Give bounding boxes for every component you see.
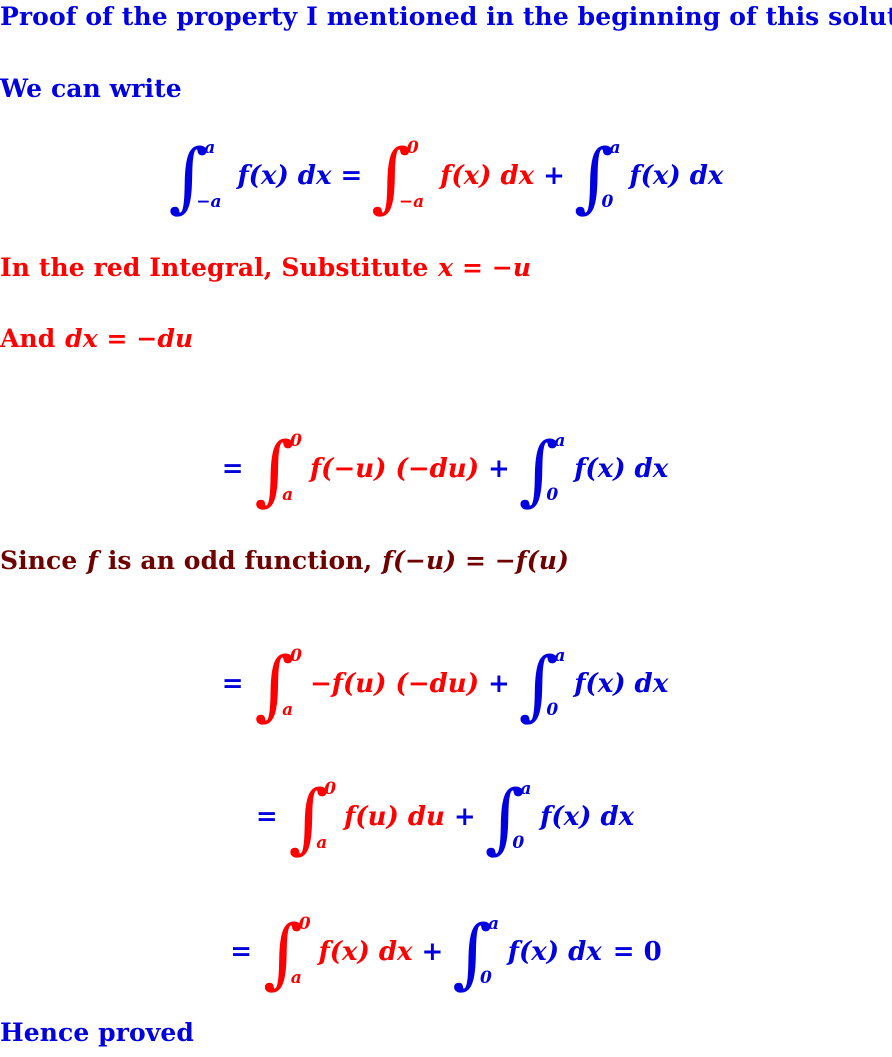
equals-operator: = — [230, 937, 253, 967]
substitute-line-math: x = −u — [438, 253, 532, 282]
equation-row-1: ∫ a −a f(x) dx = ∫ 0 −a f(x) dx + ∫ a 0 … — [0, 132, 892, 220]
integral-1-2: ∫ 0 −a f(x) dx — [371, 138, 535, 214]
equals-operator: = — [255, 802, 278, 832]
odd-function-line: Since f is an odd function, f(−u) = −f(u… — [0, 546, 570, 575]
integral-lower-limit: 0 — [546, 485, 559, 505]
differential: dx — [634, 669, 669, 699]
equation-1: ∫ a −a f(x) dx = ∫ 0 −a f(x) dx + ∫ a 0 … — [167, 138, 726, 214]
integral-upper-limit: 0 — [406, 138, 419, 158]
plus-operator: + — [421, 937, 444, 967]
differential: dx — [568, 937, 602, 967]
intro-line: We can write — [0, 74, 182, 103]
odd-line-f: f — [87, 546, 99, 575]
integrand: f(x) — [629, 161, 681, 191]
equation-row-4: = ∫ 0 a f(u) du + ∫ a 0 f(x) dx — [0, 773, 892, 861]
differential: dx — [297, 161, 332, 191]
integral-lower-limit: 0 — [546, 700, 559, 720]
integral-upper-limit: a — [520, 779, 532, 799]
integrand: f(x) — [574, 454, 626, 484]
and-line-math: dx = −du — [65, 324, 194, 353]
integral-upper-limit: a — [609, 138, 621, 158]
odd-line-prefix: Since — [0, 546, 87, 575]
equation-4: = ∫ 0 a f(u) du + ∫ a 0 f(x) dx — [255, 779, 636, 855]
integrand: −f(u) (−du) — [310, 669, 479, 699]
integral-5-2: ∫ a 0 f(x) dx — [452, 914, 602, 990]
integral-lower-limit: a — [282, 700, 294, 720]
equals-operator: = — [221, 669, 244, 699]
equation-3: = ∫ 0 a −f(u) (−du) + ∫ a 0 f(x) dx — [221, 646, 670, 722]
integral-lower-limit: −a — [398, 192, 425, 212]
integral-lower-limit: a — [316, 833, 328, 853]
integral-upper-limit: 0 — [290, 646, 302, 666]
plus-operator: + — [543, 161, 565, 191]
equation-5: = ∫ 0 a f(x) dx + ∫ a 0 f(x) dx = 0 — [230, 914, 662, 990]
integral-4-2: ∫ a 0 f(x) dx — [485, 779, 635, 855]
integral-1-3: ∫ a 0 f(x) dx — [574, 138, 724, 214]
equation-2: = ∫ 0 a f(−u) (−du) + ∫ a 0 f(x) dx — [221, 431, 670, 507]
integral-lower-limit: 0 — [512, 833, 525, 853]
integrand: f(x) — [574, 669, 626, 699]
integral-1-1: ∫ a −a f(x) dx — [169, 138, 332, 214]
integral-lower-limit: 0 — [479, 968, 492, 988]
plus-operator: + — [488, 669, 510, 699]
differential: dx — [689, 161, 724, 191]
integral-upper-limit: a — [487, 914, 499, 934]
integral-upper-limit: 0 — [290, 431, 302, 451]
plus-operator: + — [488, 454, 510, 484]
substitute-line: In the red Integral, Substitute x = −u — [0, 253, 532, 282]
integral-upper-limit: a — [554, 646, 566, 666]
integral-lower-limit: −a — [196, 192, 222, 212]
integral-2-2: ∫ a 0 f(x) dx — [519, 431, 669, 507]
plus-operator: + — [453, 802, 476, 832]
integrand: f(−u) (−du) — [310, 454, 479, 484]
integral-3-2: ∫ a 0 f(x) dx — [519, 646, 669, 722]
equation-5-result: = 0 — [612, 937, 662, 967]
integrand: f(x) — [237, 161, 289, 191]
conclusion-line: Hence proved — [0, 1018, 194, 1047]
differential: dx — [500, 161, 535, 191]
and-line: And dx = −du — [0, 324, 194, 353]
integrand: f(u) — [344, 802, 399, 832]
equation-row-2: = ∫ 0 a f(−u) (−du) + ∫ a 0 f(x) dx — [0, 425, 892, 513]
integral-3-1: ∫ 0 a −f(u) (−du) — [255, 646, 479, 722]
equals-operator: = — [340, 161, 363, 191]
equation-row-5: = ∫ 0 a f(x) dx + ∫ a 0 f(x) dx = 0 — [0, 908, 892, 996]
integral-2-1: ∫ 0 a f(−u) (−du) — [255, 431, 479, 507]
integral-5-1: ∫ 0 a f(x) dx — [263, 914, 413, 990]
odd-line-middle: is an odd function, — [99, 546, 382, 575]
integral-lower-limit: 0 — [601, 192, 614, 212]
equation-row-3: = ∫ 0 a −f(u) (−du) + ∫ a 0 f(x) dx — [0, 640, 892, 728]
integrand: f(x) — [318, 937, 370, 967]
integrand: f(x) — [540, 802, 592, 832]
proof-document: Proof of the property I mentioned in the… — [0, 0, 892, 1057]
proof-title-line: Proof of the property I mentioned in the… — [0, 2, 892, 31]
differential: du — [407, 802, 445, 832]
integrand: f(x) — [507, 937, 560, 967]
substitute-line-prefix: In the red Integral, Substitute — [0, 253, 438, 282]
differential: dx — [378, 937, 413, 967]
integral-upper-limit: 0 — [324, 779, 337, 799]
integrand: f(x) — [440, 161, 492, 191]
odd-line-math: f(−u) = −f(u) — [382, 546, 569, 575]
integral-4-1: ∫ 0 a f(u) du — [289, 779, 445, 855]
integral-lower-limit: a — [282, 485, 294, 505]
and-line-prefix: And — [0, 324, 65, 353]
equals-operator: = — [221, 454, 244, 484]
integral-upper-limit: 0 — [298, 914, 311, 934]
differential: dx — [634, 454, 669, 484]
differential: dx — [600, 802, 635, 832]
integral-upper-limit: a — [204, 138, 216, 158]
integral-upper-limit: a — [554, 431, 566, 451]
integral-lower-limit: a — [290, 968, 302, 988]
